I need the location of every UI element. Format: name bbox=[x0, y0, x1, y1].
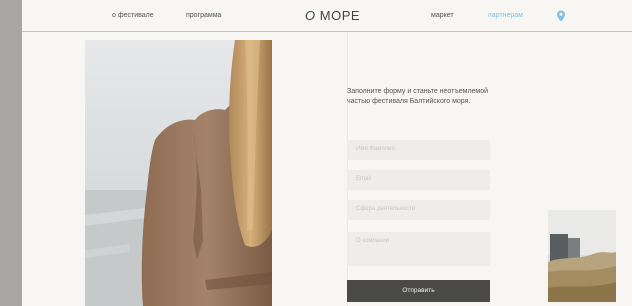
activity-field[interactable]: Сфера деятельности bbox=[347, 200, 490, 220]
side-photo bbox=[548, 210, 616, 302]
about-company-field[interactable]: О компании bbox=[347, 232, 490, 266]
site-logo[interactable]: О МОРЕ bbox=[305, 8, 360, 23]
hero-photo bbox=[85, 40, 272, 306]
name-field[interactable]: Имя Фамилия bbox=[347, 140, 490, 160]
top-nav: о фестивале программа О МОРЕ маркет парт… bbox=[22, 0, 632, 32]
submit-button[interactable]: Отправить bbox=[347, 280, 490, 302]
nav-partners[interactable]: партнерам bbox=[488, 12, 523, 19]
nav-festival[interactable]: о фестивале bbox=[112, 12, 154, 19]
nav-program[interactable]: программа bbox=[186, 12, 221, 19]
page: о фестивале программа О МОРЕ маркет парт… bbox=[22, 0, 632, 306]
map-pin-icon[interactable] bbox=[556, 10, 566, 22]
email-field[interactable]: Email bbox=[347, 170, 490, 190]
nav-market[interactable]: маркет bbox=[431, 12, 454, 19]
form-intro: Заполните форму и станьте неотъемлемой ч… bbox=[347, 88, 489, 105]
